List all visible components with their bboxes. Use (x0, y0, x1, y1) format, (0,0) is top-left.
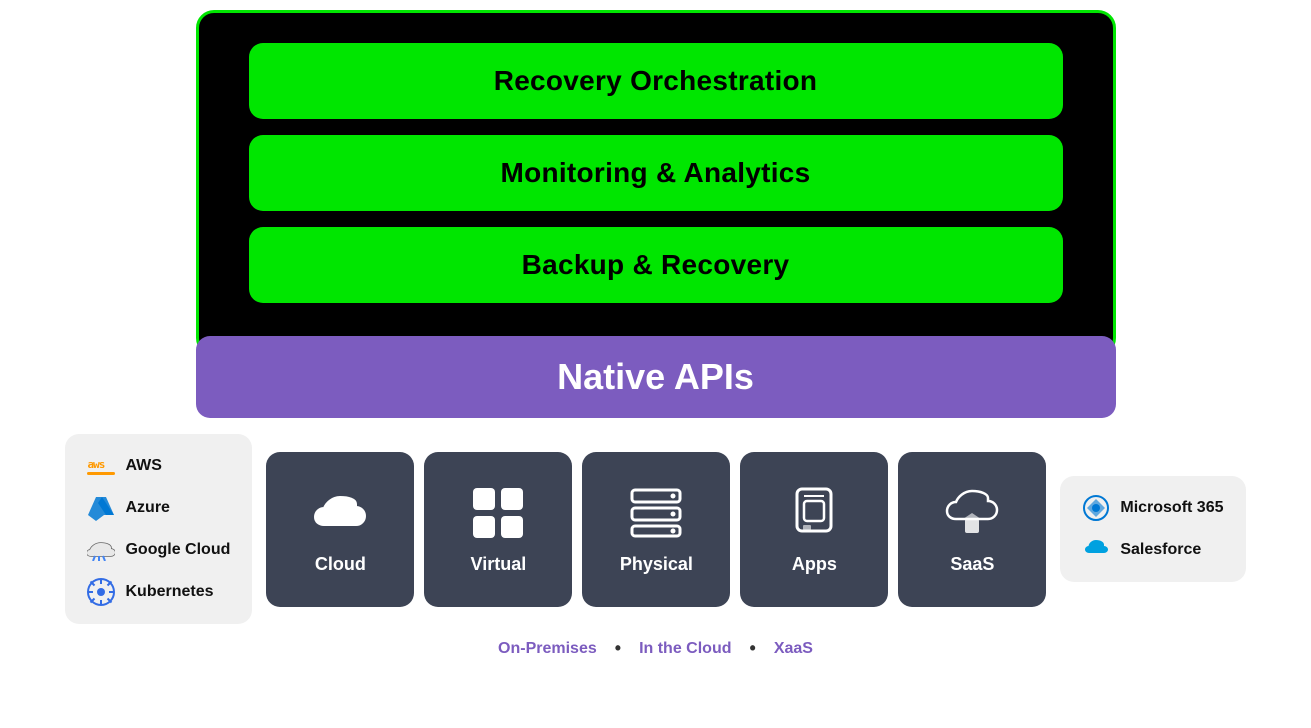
tile-cloud: Cloud (266, 452, 414, 607)
logo-microsoft365: Microsoft 365 (1082, 494, 1223, 522)
footer-xaas: XaaS (774, 640, 813, 658)
footer-on-premises: On-Premises (498, 640, 597, 658)
azure-icon (87, 494, 115, 522)
backup-recovery-pill: Backup & Recovery (249, 227, 1063, 303)
logo-aws: aws AWS (87, 452, 230, 480)
salesforce-icon (1082, 536, 1110, 564)
logo-salesforce: Salesforce (1082, 536, 1223, 564)
microsoft365-icon (1082, 494, 1110, 522)
tile-saas: SaaS (898, 452, 1046, 607)
aws-icon: aws (87, 452, 115, 480)
logo-kubernetes: Kubernetes (87, 578, 230, 606)
apps-tile-icon (785, 484, 843, 542)
tile-physical: Physical (582, 452, 730, 607)
tile-apps: Apps (740, 452, 888, 607)
virtual-tile-icon (469, 484, 527, 542)
recovery-orchestration-pill: Recovery Orchestration (249, 43, 1063, 119)
footer-in-the-cloud: In the Cloud (639, 640, 731, 658)
tile-virtual: Virtual (424, 452, 572, 607)
dot-2: • (750, 638, 756, 659)
monitoring-analytics-pill: Monitoring & Analytics (249, 135, 1063, 211)
google-cloud-icon (87, 536, 115, 564)
tiles-row: Cloud Virtual (266, 452, 1046, 607)
physical-tile-icon (627, 484, 685, 542)
bottom-section: aws AWS Azure (20, 434, 1291, 624)
kubernetes-icon (87, 578, 115, 606)
footer-row: On-Premises • In the Cloud • XaaS (498, 638, 813, 659)
logo-azure: Azure (87, 494, 230, 522)
native-apis-bar: Native APIs (196, 336, 1116, 418)
logo-google-cloud: Google Cloud (87, 536, 230, 564)
right-logos-panel: Microsoft 365 Salesforce (1060, 476, 1245, 582)
main-wrapper: Recovery Orchestration Monitoring & Anal… (20, 10, 1291, 659)
black-container: Recovery Orchestration Monitoring & Anal… (196, 10, 1116, 356)
dot-1: • (615, 638, 621, 659)
saas-tile-icon (943, 484, 1001, 542)
cloud-tile-icon (311, 484, 369, 542)
left-logos-panel: aws AWS Azure (65, 434, 252, 624)
